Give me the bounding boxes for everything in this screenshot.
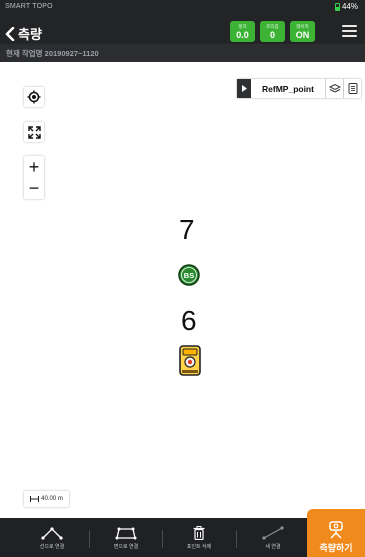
chevron-left-icon [5, 26, 15, 41]
connect-area-button[interactable]: 면으로 연결 [96, 518, 156, 557]
document-list-icon [348, 83, 357, 94]
page-title: 측량 [18, 27, 42, 42]
backsight-marker-text: BS [184, 271, 194, 280]
zoom-out-button[interactable]: − [24, 178, 44, 198]
measure-label: 측량하기 [319, 543, 353, 553]
badge-prism[interactable]: 프리즘 0 [260, 21, 285, 42]
zoom-control: + − [24, 156, 44, 199]
new-link-button[interactable]: 새 연결 [243, 518, 303, 557]
scale-label: 40.00 m [41, 496, 63, 502]
divider [89, 530, 90, 548]
scale-ruler-icon [30, 496, 40, 502]
layer-expand-button[interactable] [237, 79, 251, 98]
zoom-in-button[interactable]: + [24, 157, 44, 177]
list-button[interactable] [343, 79, 361, 98]
area-connect-icon [115, 527, 137, 539]
connect-line-button[interactable]: 선으로 연결 [22, 518, 82, 557]
layer-selector[interactable]: RefMP_point [237, 79, 361, 98]
back-button[interactable]: 측량 [5, 24, 42, 43]
survey-instrument-icon [329, 521, 343, 539]
battery-icon [334, 2, 340, 11]
system-status-bar: SMART TOPO 44% [0, 0, 365, 15]
point-number-6: 6 [181, 305, 197, 336]
badge-precision[interactable]: 정치 0.0 [230, 21, 255, 42]
delete-point-button[interactable]: 포인트 삭제 [169, 518, 229, 557]
line-connect-icon [41, 526, 63, 540]
hamburger-menu-icon[interactable] [342, 25, 357, 37]
battery-indicator: 44% [334, 2, 358, 11]
new-link-icon [262, 525, 284, 540]
scale-bar: 40.00 m [24, 491, 69, 507]
layers-icon [328, 83, 341, 93]
layer-name: RefMP_point [262, 83, 314, 94]
divider [236, 530, 237, 548]
fit-extent-button[interactable] [24, 122, 44, 142]
battery-percent: 44% [341, 2, 358, 11]
expand-arrows-icon [27, 125, 41, 139]
locate-icon [27, 90, 41, 104]
badge-laser[interactable]: 레이저 ON [290, 21, 315, 42]
app-name: SMART TOPO [5, 3, 53, 10]
my-location-button[interactable] [24, 87, 44, 107]
backsight-marker-icon[interactable]: BS [178, 264, 200, 286]
trash-icon [193, 525, 205, 540]
total-station-icon[interactable] [178, 345, 202, 377]
point-number-7: 7 [179, 214, 195, 245]
divider [162, 530, 163, 548]
caret-right-icon [241, 85, 247, 92]
measure-button[interactable]: 측량하기 [307, 509, 365, 557]
layer-toggle-button[interactable] [325, 79, 343, 98]
status-badges: 정치 0.0 프리즘 0 레이저 ON [230, 21, 315, 42]
current-work-name: 현재 작업명 20190927~1120 [6, 49, 99, 58]
map-canvas[interactable] [0, 62, 365, 518]
